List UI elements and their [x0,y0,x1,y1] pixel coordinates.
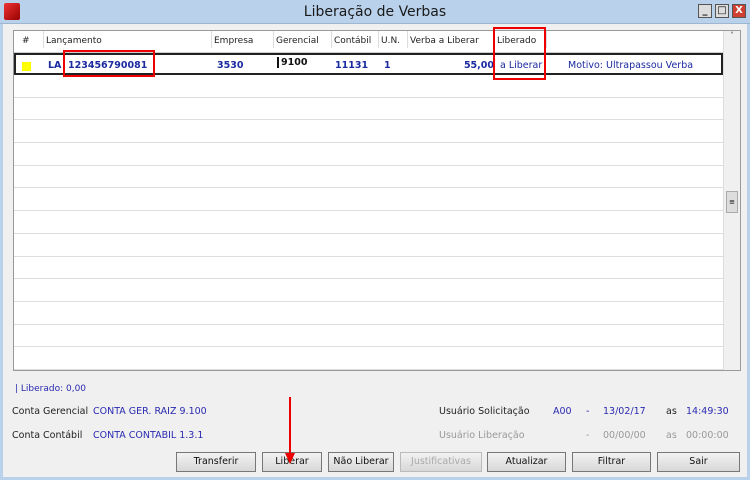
col-lancamento[interactable]: Lançamento [43,31,102,48]
empty-row [14,120,723,144]
empty-row [14,302,723,325]
sair-button[interactable]: Sair [657,452,740,472]
justificativas-button[interactable]: Justificativas [400,452,482,472]
empty-row [14,347,723,371]
conta-gerencial-value: CONTA GER. RAIZ 9.100 [93,406,207,417]
empty-row [14,143,723,166]
scroll-up-icon[interactable]: ˄ [724,31,740,40]
row-gerencial: 9100 [277,57,307,68]
sol-date: 13/02/17 [603,406,646,417]
col-un[interactable]: U.N. [378,31,400,48]
scroll-thumb[interactable]: ≡ [726,191,738,213]
usuario-liberacao-label: Usuário Liberação [439,430,525,441]
col-empresa[interactable]: Empresa [211,31,253,48]
col-index[interactable]: # [20,31,30,48]
nao-liberar-button[interactable]: Não Liberar [328,452,394,472]
close-button[interactable]: X [732,4,746,18]
lib-date: 00/00/00 [603,430,646,441]
col-gerencial[interactable]: Gerencial [273,31,319,48]
row-contabil: 11131 [335,60,369,71]
row-tipo: LA [48,60,62,71]
empty-row [14,257,723,280]
maximize-button[interactable]: □ [715,4,729,18]
red-arrow [289,397,291,455]
empty-row [14,98,723,121]
row-verba: 55,00 [463,60,494,71]
vertical-scrollbar[interactable]: ˄ ≡ [723,31,740,370]
empty-row [14,211,723,234]
sol-user: A00 [553,406,572,417]
row-un: 1 [384,60,391,71]
lib-dash: - [586,430,590,441]
empty-row [14,75,723,98]
sol-dash: - [586,406,590,417]
sol-time: 14:49:30 [686,406,729,417]
conta-contabil-label: Conta Contábil [12,430,83,441]
empty-row [14,325,723,348]
liberado-total: | Liberado: 0,00 [15,384,87,394]
empty-row [14,279,723,302]
sol-as: as [666,406,677,417]
empty-row [14,234,723,257]
lib-as: as [666,430,677,441]
verbas-grid: # Lançamento Empresa Gerencial Contábil … [13,30,741,371]
window-title: Liberação de Verbas [303,4,447,20]
empty-row [14,166,723,189]
transferir-button[interactable]: Transferir [176,452,256,472]
empty-row [14,189,723,212]
usuario-solicitacao-label: Usuário Solicitação [439,406,530,417]
col-contabil[interactable]: Contábil [331,31,371,48]
atualizar-button[interactable]: Atualizar [487,452,566,472]
title-bar: Liberação de Verbas _ □ X [0,0,750,24]
filtrar-button[interactable]: Filtrar [572,452,651,472]
highlight-lancamento [63,50,155,77]
row-motivo: Motivo: Ultrapassou Verba [568,60,694,71]
arrow-head-icon [285,453,295,464]
highlight-liberado [493,27,546,80]
conta-contabil-value: CONTA CONTABIL 1.3.1 [93,430,204,441]
minimize-button[interactable]: _ [698,4,712,18]
col-verba[interactable]: Verba a Liberar [407,31,479,48]
conta-gerencial-label: Conta Gerencial [12,406,89,417]
row-empresa: 3530 [217,60,244,71]
lib-time: 00:00:00 [686,430,729,441]
status-indicator [22,62,31,71]
